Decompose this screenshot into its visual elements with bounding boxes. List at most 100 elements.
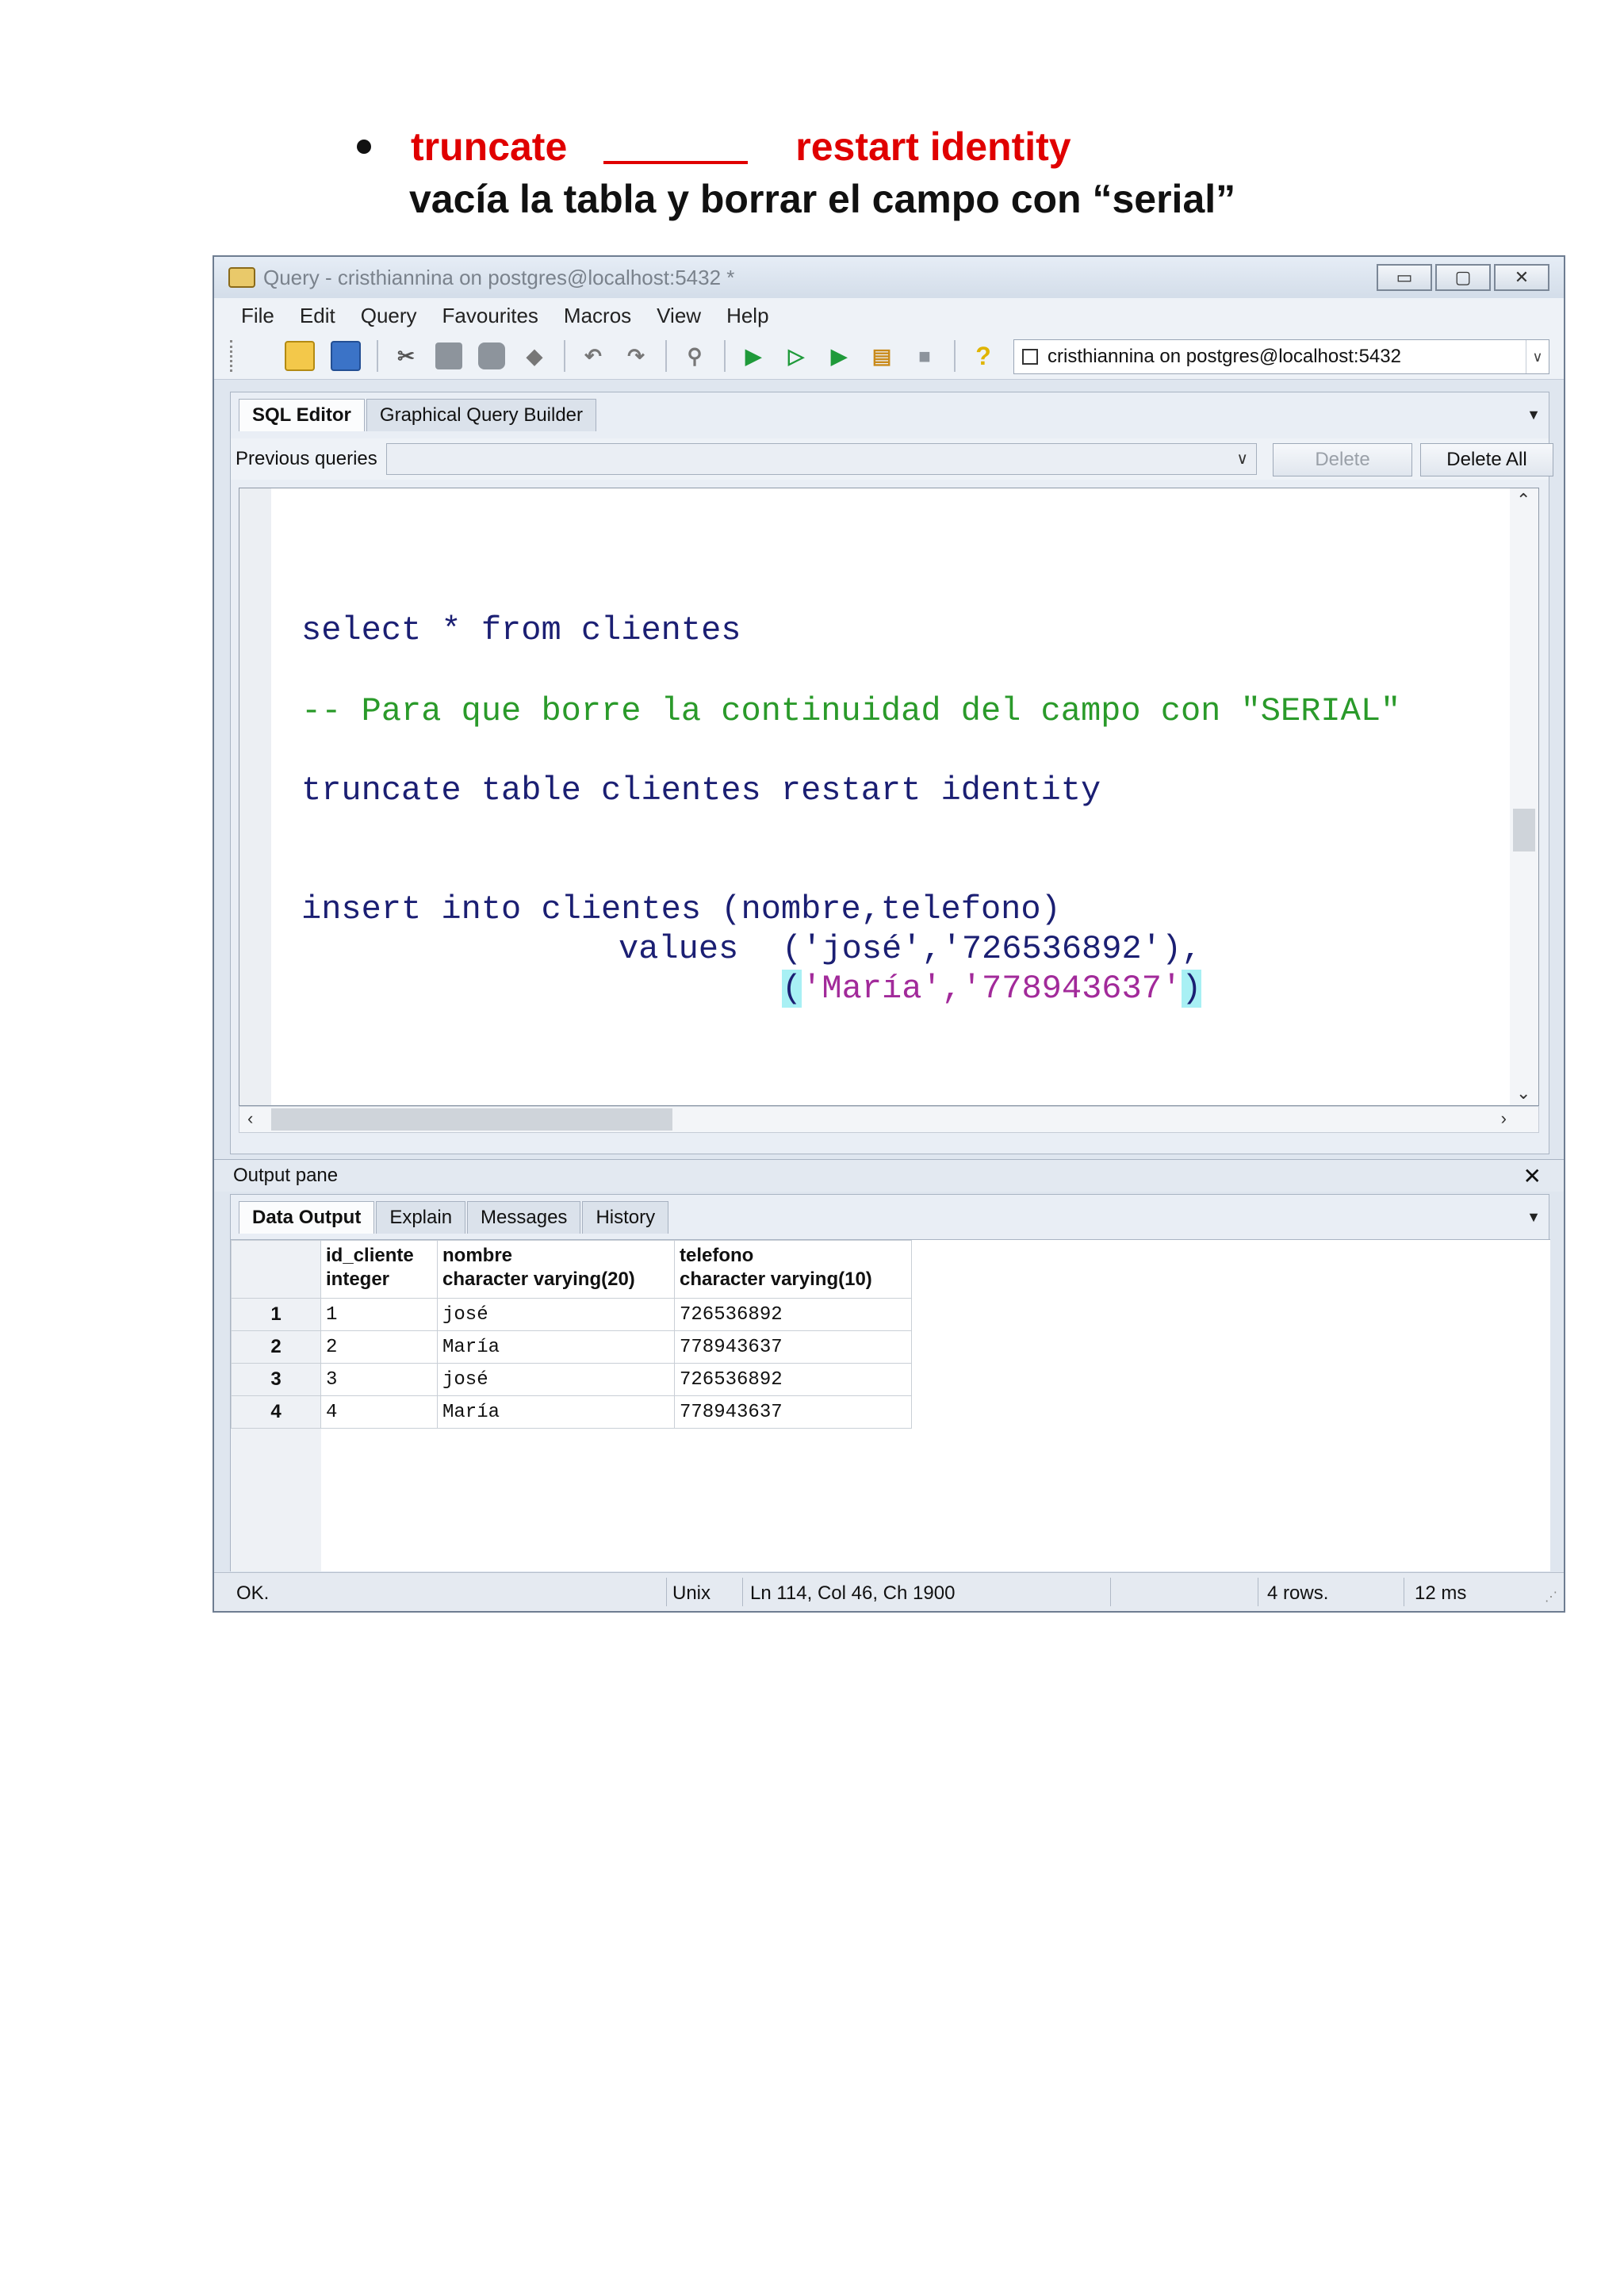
- column-name: telefono: [680, 1245, 754, 1266]
- scroll-up-icon[interactable]: ⌃: [1516, 490, 1530, 511]
- chevron-down-icon[interactable]: ∨: [1526, 340, 1549, 373]
- horizontal-scroll-thumb[interactable]: [271, 1108, 672, 1131]
- close-icon[interactable]: ✕: [1523, 1163, 1542, 1189]
- sql-code-editor[interactable]: select * from clientes -- Para que borre…: [239, 488, 1539, 1106]
- status-cursor-position: Ln 114, Col 46, Ch 1900: [750, 1582, 956, 1604]
- maximize-button[interactable]: ▢: [1435, 264, 1491, 291]
- delete-all-button[interactable]: Delete All: [1420, 443, 1553, 476]
- row-number[interactable]: 3: [231, 1363, 321, 1396]
- minimize-button[interactable]: ▭: [1377, 264, 1432, 291]
- paste-icon[interactable]: [478, 342, 505, 369]
- cell-nombre[interactable]: josé: [437, 1298, 675, 1331]
- connection-label: cristhiannina on postgres@localhost:5432: [1048, 346, 1401, 367]
- explain-analyze-icon[interactable]: ▤: [868, 342, 895, 369]
- cell-telefono[interactable]: 726536892: [674, 1298, 912, 1331]
- menu-file[interactable]: File: [241, 304, 274, 328]
- tab-sql-editor[interactable]: SQL Editor: [239, 399, 365, 431]
- scroll-right-icon[interactable]: ›: [1501, 1108, 1507, 1129]
- values-keyword: values: [619, 930, 739, 968]
- tab-data-output[interactable]: Data Output: [239, 1201, 375, 1234]
- find-icon[interactable]: ⚲: [681, 342, 708, 369]
- window-controls: ▭ ▢ ✕: [1373, 264, 1549, 291]
- sql-editor-panel: SQL Editor Graphical Query Builder ▼ Pre…: [230, 392, 1553, 1154]
- tab-menu-icon[interactable]: ▼: [1526, 1209, 1541, 1226]
- output-tabs: Data Output Explain Messages History: [239, 1201, 670, 1234]
- table-row[interactable]: 4 4 María 778943637: [231, 1395, 912, 1429]
- keyword-truncate: truncate: [411, 124, 568, 169]
- menu-query[interactable]: Query: [361, 304, 417, 328]
- vertical-scroll-thumb[interactable]: [1513, 809, 1535, 851]
- row-number[interactable]: 4: [231, 1395, 321, 1429]
- cell-nombre[interactable]: María: [437, 1330, 675, 1364]
- menu-edit[interactable]: Edit: [300, 304, 335, 328]
- delete-button[interactable]: Delete: [1273, 443, 1412, 476]
- row-number[interactable]: 2: [231, 1330, 321, 1364]
- undo-icon[interactable]: ↶: [580, 342, 607, 369]
- cell-telefono[interactable]: 778943637: [674, 1395, 912, 1429]
- tab-messages[interactable]: Messages: [467, 1201, 581, 1234]
- cell-nombre[interactable]: María: [437, 1395, 675, 1429]
- tab-graphical-query-builder[interactable]: Graphical Query Builder: [366, 399, 597, 431]
- cell-id-cliente[interactable]: 2: [320, 1330, 438, 1364]
- scroll-left-icon[interactable]: ‹: [247, 1108, 253, 1129]
- code-line: truncate table clientes restart identity: [301, 771, 1101, 809]
- connection-checkbox[interactable]: [1022, 349, 1038, 365]
- toolbar-grip[interactable]: [230, 340, 237, 372]
- document-heading: truncate restart identity vacía la tabla…: [357, 119, 1235, 222]
- code-line-values-data: ('josé','726536892'),: [782, 929, 1201, 969]
- stop-icon[interactable]: ■: [911, 342, 938, 369]
- scroll-down-icon[interactable]: ⌄: [1516, 1083, 1530, 1104]
- keyword-restart-identity: restart identity: [795, 124, 1071, 169]
- cell-telefono[interactable]: 726536892: [674, 1363, 912, 1396]
- vertical-scrollbar[interactable]: ⌃ ⌄: [1510, 488, 1538, 1105]
- toolbar-separator: [377, 340, 378, 372]
- previous-queries-select[interactable]: ∨: [386, 443, 1257, 475]
- copy-icon[interactable]: [435, 342, 462, 369]
- save-icon[interactable]: [331, 341, 361, 371]
- heading-description: vacía la tabla y borrar el campo con “se…: [409, 177, 1236, 221]
- cell-nombre[interactable]: josé: [437, 1363, 675, 1396]
- tab-explain[interactable]: Explain: [376, 1201, 466, 1234]
- cell-id-cliente[interactable]: 4: [320, 1395, 438, 1429]
- cell-id-cliente[interactable]: 1: [320, 1298, 438, 1331]
- data-grid: id_cliente integer nombre character varyin…: [231, 1239, 1550, 1571]
- tab-history[interactable]: History: [582, 1201, 669, 1234]
- cut-icon[interactable]: ✂: [393, 342, 419, 369]
- table-row[interactable]: 1 1 josé 726536892: [231, 1298, 912, 1331]
- status-divider: [742, 1578, 743, 1606]
- column-name: nombre: [442, 1245, 513, 1266]
- menu-macros[interactable]: Macros: [564, 304, 631, 328]
- redo-icon[interactable]: ↷: [622, 342, 649, 369]
- cell-telefono[interactable]: 778943637: [674, 1330, 912, 1364]
- column-type: integer: [326, 1269, 390, 1290]
- connection-selector[interactable]: cristhiannina on postgres@localhost:5432…: [1013, 339, 1549, 374]
- explain-icon[interactable]: ▷: [783, 342, 810, 369]
- close-button[interactable]: ✕: [1494, 264, 1549, 291]
- output-pane-title: Output pane: [233, 1165, 339, 1186]
- table-row[interactable]: 2 2 María 778943637: [231, 1330, 912, 1364]
- menu-favourites[interactable]: Favourites: [442, 304, 538, 328]
- execute-icon[interactable]: ▶: [740, 342, 767, 369]
- table-row[interactable]: 3 3 josé 726536892: [231, 1363, 912, 1396]
- status-message: OK.: [236, 1582, 270, 1604]
- open-file-icon[interactable]: [285, 341, 315, 371]
- cell-id-cliente[interactable]: 3: [320, 1363, 438, 1396]
- menu-help[interactable]: Help: [726, 304, 768, 328]
- corner-cell[interactable]: [231, 1240, 321, 1299]
- clear-icon[interactable]: ◆: [521, 342, 548, 369]
- row-number[interactable]: 1: [231, 1298, 321, 1331]
- toolbar-separator: [724, 340, 726, 372]
- tab-menu-icon[interactable]: ▼: [1526, 407, 1541, 423]
- column-header-telefono[interactable]: telefono character varying(10): [674, 1240, 912, 1299]
- output-panel: Data Output Explain Messages History ▼ i…: [230, 1194, 1550, 1571]
- blank-line: [603, 129, 749, 164]
- column-header-nombre[interactable]: nombre character varying(20): [437, 1240, 675, 1299]
- column-header-id-cliente[interactable]: id_cliente integer: [320, 1240, 438, 1299]
- resize-grip-icon[interactable]: ⋰: [1545, 1589, 1557, 1605]
- help-icon[interactable]: ?: [970, 342, 997, 370]
- execute-to-file-icon[interactable]: ▶: [825, 342, 852, 369]
- column-type: character varying(20): [442, 1269, 635, 1290]
- horizontal-scrollbar[interactable]: ‹ ›: [239, 1106, 1539, 1133]
- menu-view[interactable]: View: [657, 304, 701, 328]
- title-bar: Query - cristhiannina on postgres@localh…: [214, 257, 1564, 298]
